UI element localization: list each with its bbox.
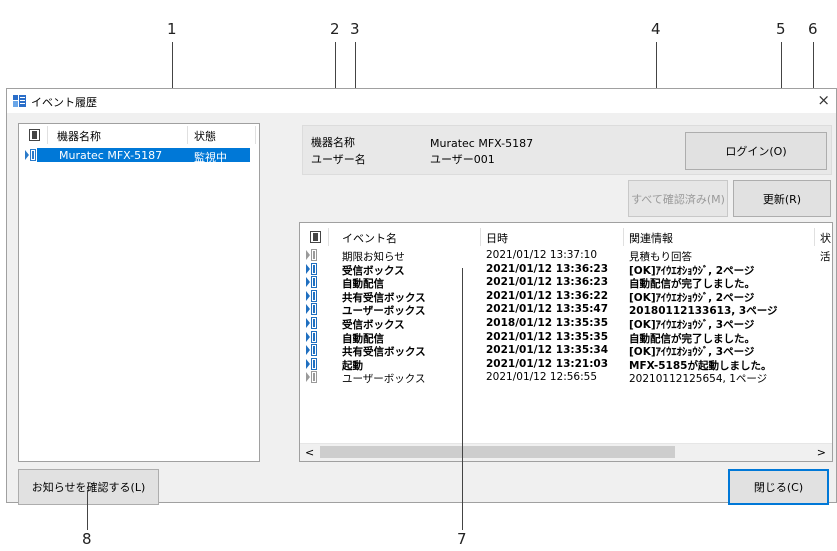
datetime-cell: 2021/01/12 13:35:35 [486,330,609,343]
event-row[interactable]: ユーザーボックス 2021/01/12 12:56:55 2021011212565… [300,371,832,386]
close-button[interactable]: 閉じる(C) [728,469,829,505]
event-row[interactable]: 自動配信 2021/01/12 13:36:23 自動配信が完了しました。 [300,276,832,290]
scrollbar-thumb[interactable] [320,446,675,458]
device-name-value: Muratec MFX-5187 [430,137,534,150]
device-name-label: 機器名称 [311,136,355,149]
read-event-icon [306,249,317,261]
callout-8: 8 [82,530,92,548]
unread-event-icon [306,303,317,316]
related-info-column-header[interactable]: 関連情報 [629,230,673,246]
device-status-icon [25,149,36,161]
device-name-column-header[interactable]: 機器名称 [57,128,101,144]
read-event-icon [306,371,317,384]
device-column-icon [29,129,40,141]
datetime-cell: 2018/01/12 13:35:35 [486,317,609,329]
event-row[interactable]: 受信ボックス 2018/01/12 13:35:35 [OK]ｱｲｳｴｵｼｮｳｼﾞ,… [300,317,832,331]
user-name-label: ユーザー名 [311,153,366,166]
event-name-column-header[interactable]: イベント名 [342,230,397,246]
device-list-header: 機器名称 状態 [19,124,259,146]
datetime-cell: 2021/01/12 13:37:10 [486,249,598,261]
horizontal-scrollbar[interactable]: < > [300,443,832,461]
event-row[interactable]: 自動配信 2021/01/12 13:35:35 自動配信が完了しました。 [300,330,832,345]
event-history-app-icon [13,95,26,107]
related-info-cell: 20210112125654, 1ページ [629,373,768,386]
datetime-cell: 2021/01/12 13:36:22 [486,289,609,302]
device-list[interactable]: 機器名称 状態 Muratec MFX-5187 監視中 [18,123,260,462]
datetime-cell: 2021/01/12 13:21:03 [486,357,609,370]
refresh-button[interactable]: 更新(R) [733,180,831,217]
callout-3: 3 [350,20,360,38]
datetime-cell: 2021/01/12 13:36:23 [486,276,609,289]
callout-1: 1 [167,20,177,38]
unread-event-icon [306,344,317,357]
confirm-all-button[interactable]: すべて確認済み(M) [628,180,728,217]
window-title: イベント履歴 [31,96,97,109]
device-row-selected[interactable]: Muratec MFX-5187 監視中 [37,148,250,164]
event-name-cell: ユーザーボックス [342,373,426,386]
callout-2: 2 [330,20,340,38]
device-status-column-header[interactable]: 状態 [194,128,216,144]
callout-line-7 [462,268,463,530]
event-row[interactable]: 起動 2021/01/12 13:21:03 MFX-5185が起動しました。 [300,357,832,372]
device-row-name: Muratec MFX-5187 [59,149,163,162]
unread-event-icon [306,317,317,329]
title-bar: イベント履歴 × [7,89,836,113]
unread-event-icon [306,289,317,302]
unread-event-icon [306,330,317,343]
callout-4: 4 [651,20,661,38]
event-row[interactable]: 共有受信ボックス 2021/01/12 13:35:34 [OK]ｱｲｳｴｵｼｮｳｼ… [300,344,832,358]
unread-event-icon [306,357,317,370]
event-row[interactable]: ユーザーボックス 2021/01/12 13:35:47 2018011213361… [300,303,832,317]
datetime-column-header[interactable]: 日時 [486,230,508,246]
event-row[interactable]: 共有受信ボックス 2021/01/12 13:36:22 [OK]ｱｲｳｴｵｼｮｳｼ… [300,289,832,304]
callout-6: 6 [808,20,818,38]
event-row[interactable]: 受信ボックス 2021/01/12 13:36:23 [OK]ｱｲｳｴｵｼｮｳｼﾞ,… [300,262,832,277]
datetime-cell: 2021/01/12 13:35:34 [486,344,609,357]
check-notice-button[interactable]: お知らせを確認する(L) [18,469,159,505]
scroll-right-arrow[interactable]: > [817,446,826,459]
event-row[interactable]: 期限お知らせ 2021/01/12 13:37:10 見積もり回答活 [300,249,832,263]
datetime-cell: 2021/01/12 13:35:47 [486,303,609,316]
user-name-value: ユーザー001 [430,153,495,166]
status-column-header[interactable]: 状 [820,230,831,246]
device-row-status: 監視中 [194,151,227,164]
event-list[interactable]: イベント名 日時 関連情報 状 期限お知らせ 2021/01/12 13:37:1… [299,222,833,462]
datetime-cell: 2021/01/12 12:56:55 [486,371,598,384]
login-button[interactable]: ログイン(O) [685,132,827,170]
close-icon[interactable]: × [817,91,830,109]
callout-line-8 [87,490,88,530]
unread-event-icon [306,276,317,289]
scroll-left-arrow[interactable]: < [305,446,314,459]
datetime-cell: 2021/01/12 13:36:23 [486,262,609,275]
unread-event-icon [306,262,317,275]
event-read-column-icon [310,231,321,243]
callout-5: 5 [776,20,786,38]
callout-7: 7 [457,530,467,548]
